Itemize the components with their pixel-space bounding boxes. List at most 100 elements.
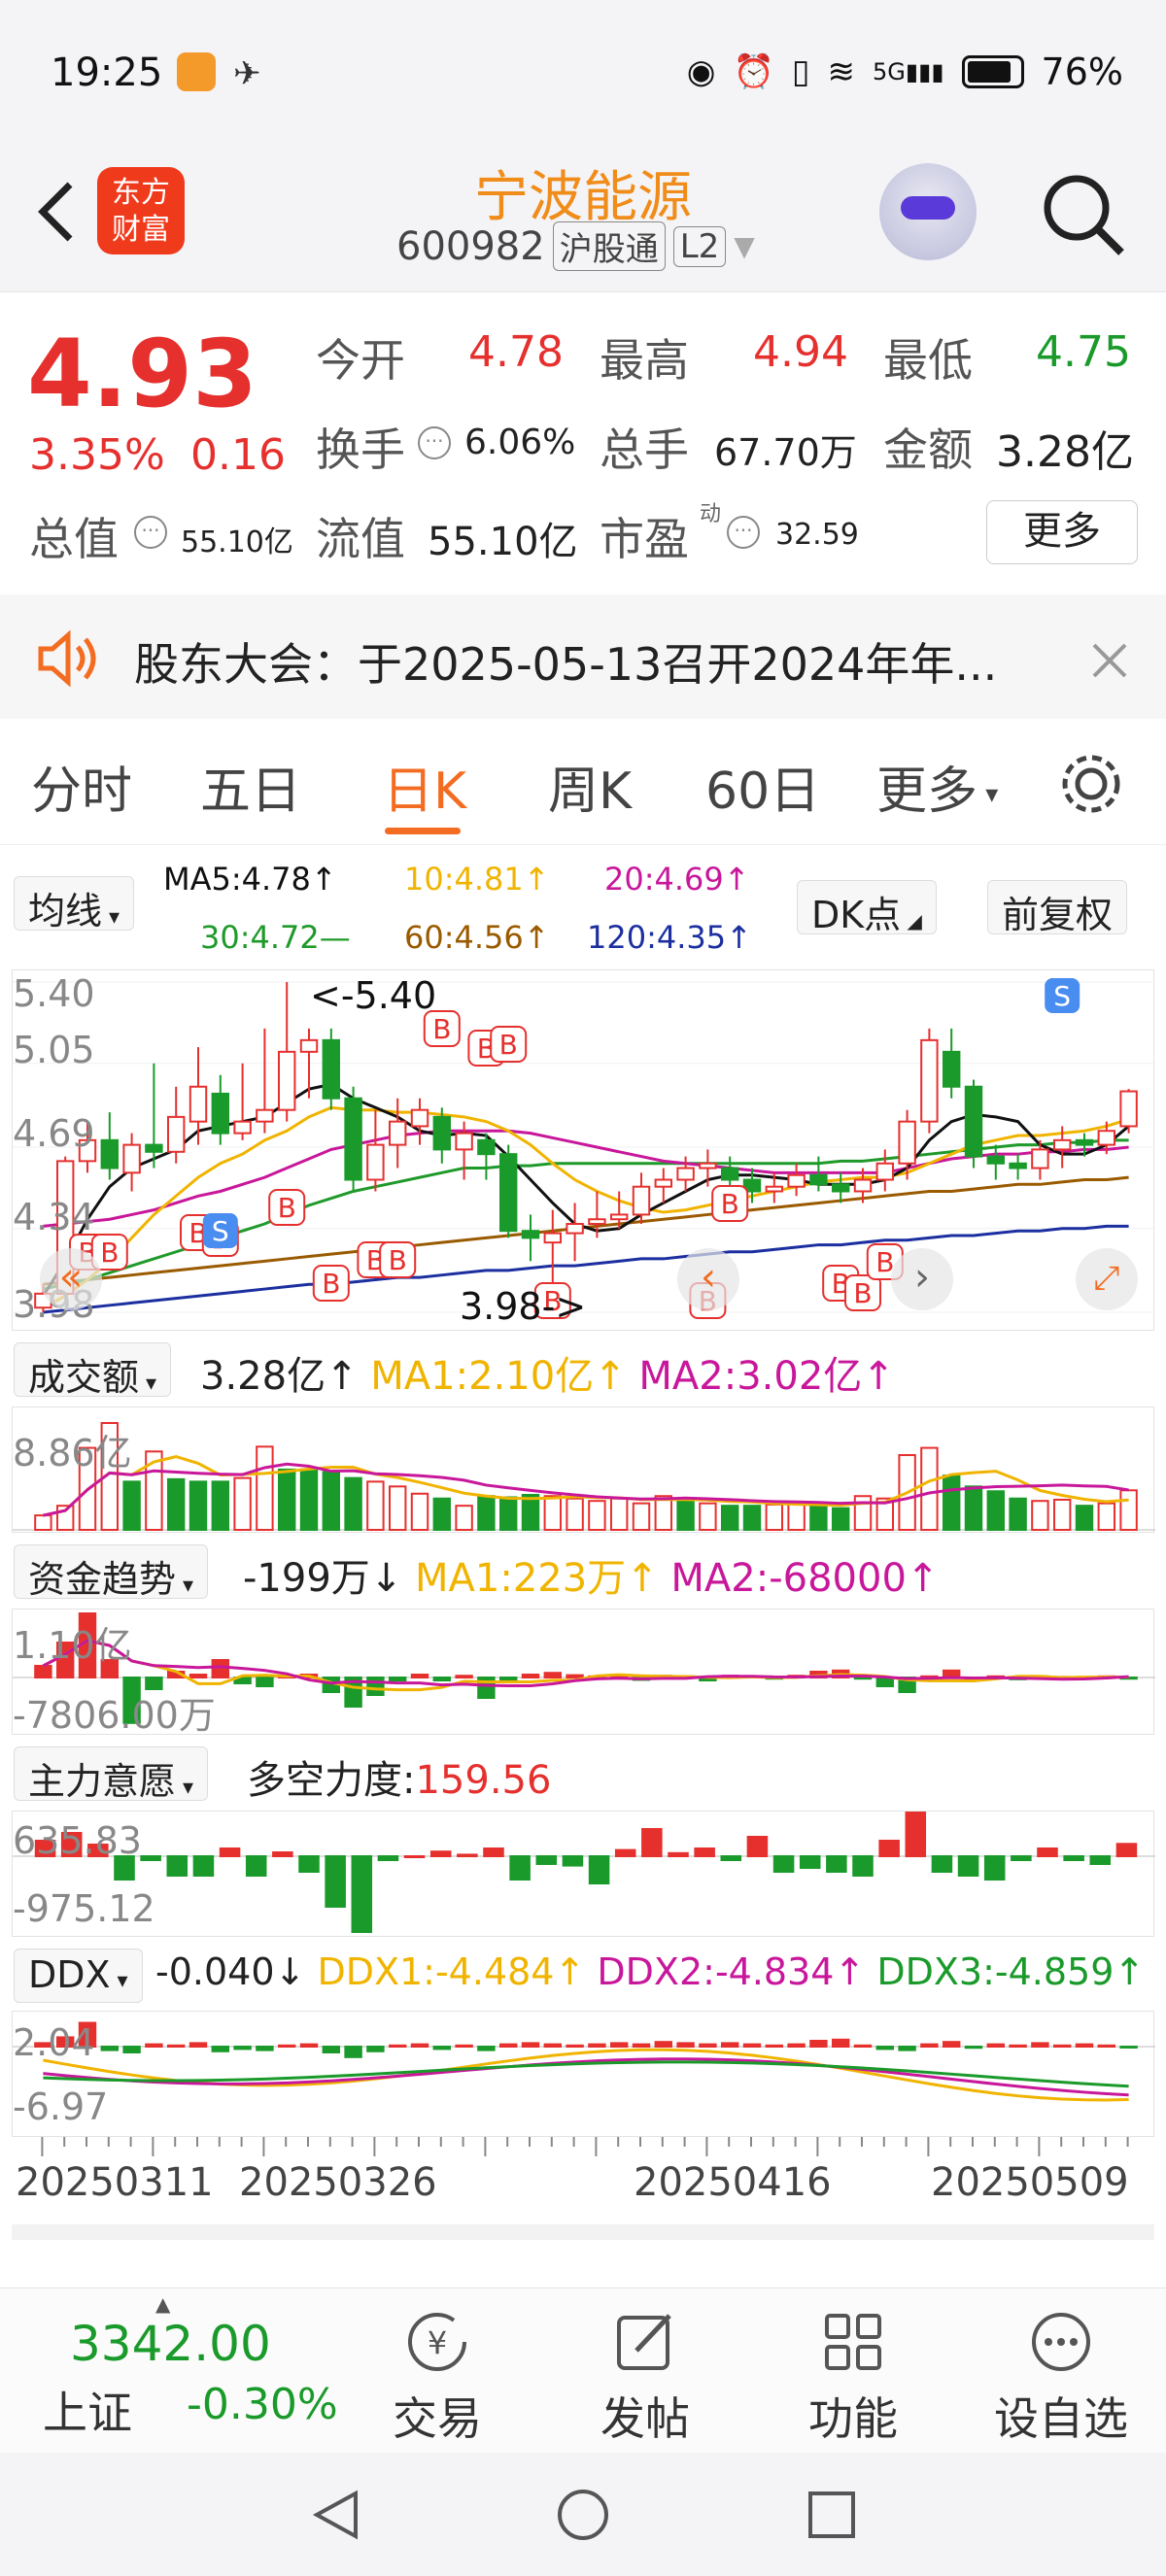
indicator-bar bbox=[699, 1502, 717, 1532]
ddx3-value: DDX3:-4.859↑ bbox=[876, 1950, 1146, 1993]
nav-post[interactable]: 发帖 bbox=[567, 2308, 723, 2448]
search-button[interactable] bbox=[1040, 171, 1127, 262]
indicator-bar bbox=[641, 1828, 663, 1857]
indicator-bar bbox=[388, 1485, 407, 1531]
indicator-bar bbox=[299, 1468, 319, 1531]
indicator-bar bbox=[322, 2046, 341, 2053]
index-value[interactable]: 3342.00 bbox=[70, 2316, 271, 2372]
candle-body bbox=[787, 1173, 806, 1188]
app-notification-icon bbox=[177, 52, 216, 91]
ddx1-value: DDX1:-4.484↑ bbox=[317, 1950, 586, 1993]
volume-legend-row: 3.28亿↑ MA1:2.10亿↑ MA2:3.02亿↑ bbox=[200, 1344, 895, 1401]
close-icon[interactable] bbox=[1088, 639, 1131, 682]
dropdown-icon[interactable]: ▼ bbox=[734, 230, 755, 262]
indicator-bar bbox=[211, 2046, 230, 2052]
more-dots-icon[interactable]: ··· bbox=[418, 426, 451, 459]
indicator-bar bbox=[233, 1476, 252, 1532]
candle-body bbox=[986, 1155, 1006, 1165]
scroll-left-icon[interactable]: ‹ bbox=[677, 1248, 739, 1310]
tab-five-day[interactable]: 五日 bbox=[200, 750, 301, 823]
expand-up-icon[interactable]: ▲ bbox=[155, 2292, 170, 2316]
indicator-bar bbox=[964, 2046, 983, 2050]
last-price: 4.93 bbox=[27, 320, 257, 428]
nav-trade[interactable]: ¥ 交易 bbox=[360, 2308, 515, 2448]
indicator-bar bbox=[256, 2046, 274, 2051]
robot-assistant-icon[interactable] bbox=[879, 163, 977, 260]
candle-body bbox=[566, 1223, 584, 1235]
edit-post-icon bbox=[617, 2314, 671, 2370]
nav-functions[interactable]: 功能 bbox=[775, 2308, 931, 2448]
tab-60-day[interactable]: 60日 bbox=[705, 750, 820, 823]
indicator-bar bbox=[366, 1677, 385, 1696]
ma-select[interactable]: 均线 ▾ bbox=[14, 876, 135, 932]
indicator-bar bbox=[676, 1497, 695, 1532]
price-adjust-button[interactable]: 前复权 bbox=[987, 880, 1128, 936]
volume-svg[interactable] bbox=[13, 1407, 1155, 1534]
y-tick-label: 4.34 bbox=[13, 1196, 95, 1238]
indicator-bar bbox=[852, 1855, 874, 1877]
announcement-text[interactable]: 股东大会：于2025-05-13召开2024年年... bbox=[134, 629, 997, 694]
volume-chart[interactable]: 8.86亿 bbox=[12, 1407, 1155, 1534]
indicator-bar bbox=[429, 1850, 452, 1858]
tab-weekly-k[interactable]: 周K bbox=[548, 750, 632, 823]
settings-gear-icon[interactable] bbox=[1057, 750, 1125, 818]
svg-text:B: B bbox=[853, 1277, 872, 1309]
candle-body bbox=[875, 1162, 895, 1181]
candle-body bbox=[920, 1038, 939, 1123]
scroll-left-double-icon[interactable]: « bbox=[40, 1248, 102, 1310]
back-triangle-icon[interactable] bbox=[309, 2488, 363, 2542]
index-change[interactable]: -0.30% bbox=[187, 2380, 338, 2429]
ma30-legend: 30:4.72— bbox=[200, 919, 351, 956]
kline-svg[interactable]: BBBBBBBBBBBBBBBBBSS bbox=[13, 970, 1155, 1332]
indicator-bar bbox=[566, 2044, 584, 2048]
ddx-select[interactable]: DDX ▾ bbox=[14, 1949, 143, 2003]
y-tick-label: -7806.00万 bbox=[13, 1694, 216, 1737]
buy-marker: B bbox=[379, 1241, 417, 1278]
fund-trend-chart[interactable]: 1.10亿 -7806.00万 bbox=[12, 1609, 1155, 1737]
main-force-select[interactable]: 主力意愿 ▾ bbox=[14, 1746, 209, 1803]
candle-body bbox=[1119, 1090, 1138, 1128]
recent-apps-icon[interactable] bbox=[805, 2488, 859, 2542]
force-svg[interactable] bbox=[13, 1806, 1155, 1938]
indicator-bar bbox=[377, 1855, 399, 1861]
indicator-bar bbox=[720, 2042, 739, 2049]
indicator-bar bbox=[140, 1855, 161, 1861]
ddx-chart[interactable]: 2.04 -6.97 bbox=[12, 2011, 1155, 2138]
candle-body bbox=[964, 1085, 983, 1158]
dk-point-button[interactable]: DK点 ◢ bbox=[797, 880, 937, 936]
home-circle-icon[interactable] bbox=[556, 2488, 610, 2542]
more-dots-icon[interactable]: ··· bbox=[134, 516, 167, 549]
candle-body bbox=[145, 1143, 163, 1153]
tab-intraday[interactable]: 分时 bbox=[31, 750, 132, 823]
kline-chart[interactable]: BBBBBBBBBBBBBBBBBSS 5.40 5.05 4.69 4.34 … bbox=[12, 969, 1155, 1332]
index-name[interactable]: 上证 bbox=[43, 2378, 132, 2442]
candle-body bbox=[898, 1120, 916, 1165]
indicator-bar bbox=[277, 2044, 296, 2048]
scroll-right-icon[interactable]: › bbox=[891, 1248, 953, 1310]
indicator-bar bbox=[256, 1677, 274, 1687]
indicator-bar bbox=[388, 2044, 407, 2048]
volume-select[interactable]: 成交额 ▾ bbox=[14, 1342, 172, 1399]
indicator-bar bbox=[535, 1855, 558, 1865]
main-force-chart[interactable]: 635.83 -975.12 bbox=[12, 1806, 1155, 1938]
announcement-bar[interactable]: 股东大会：于2025-05-13召开2024年年... bbox=[0, 594, 1166, 719]
more-dots-icon[interactable]: ··· bbox=[727, 516, 760, 549]
candle-body bbox=[521, 1230, 540, 1239]
indicator-bar bbox=[964, 1485, 983, 1531]
ddx-svg[interactable] bbox=[13, 2012, 1155, 2138]
tab-daily-k[interactable]: 日K bbox=[383, 750, 466, 823]
indicator-bar bbox=[566, 1497, 584, 1532]
active-tab-indicator bbox=[385, 828, 461, 834]
nav-add-watchlist[interactable]: 设自选 bbox=[983, 2308, 1139, 2448]
indicator-bar bbox=[233, 2046, 252, 2051]
candle-body bbox=[654, 1178, 673, 1188]
fund-trend-select[interactable]: 资金趋势 ▾ bbox=[14, 1544, 209, 1601]
y-tick-label: 5.05 bbox=[13, 1029, 95, 1071]
more-button[interactable]: 更多 bbox=[986, 500, 1138, 564]
candle-body bbox=[189, 1085, 208, 1123]
fund-ma1: MA1:223万↑ bbox=[415, 1556, 659, 1601]
tab-more[interactable]: 更多 ▾ bbox=[876, 750, 998, 823]
candle-body bbox=[632, 1185, 651, 1216]
indicator-bar bbox=[351, 1855, 373, 1933]
fullscreen-icon[interactable]: ⤢ bbox=[1076, 1248, 1138, 1310]
